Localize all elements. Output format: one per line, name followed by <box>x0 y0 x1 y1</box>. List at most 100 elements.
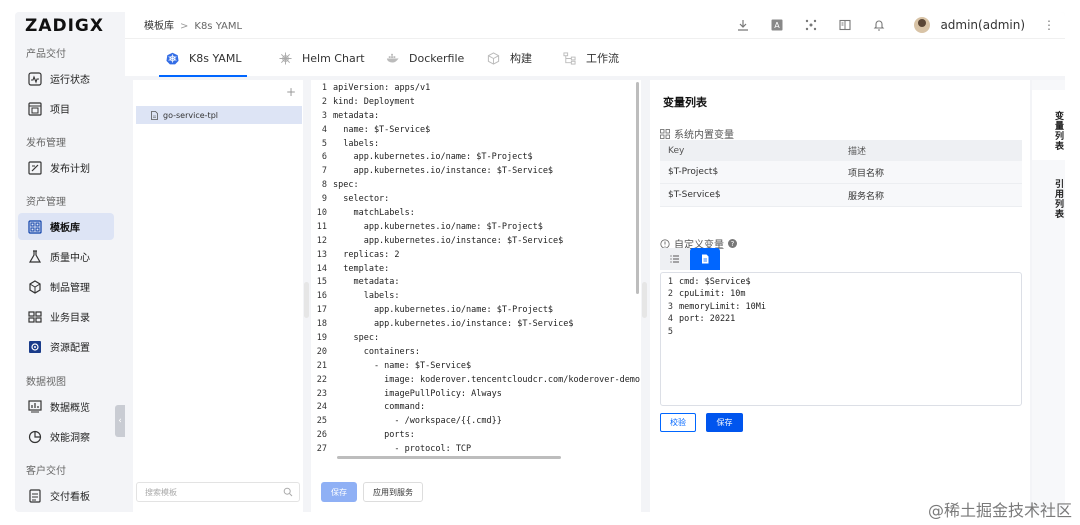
sidebar-item-status[interactable]: 运行状态 <box>18 65 114 92</box>
panel-resize-handle-left[interactable] <box>304 282 309 318</box>
vertical-scrollbar[interactable] <box>636 82 639 294</box>
tab-dockerfile[interactable]: Dockerfile <box>385 39 464 77</box>
line-number: 3 <box>321 110 327 121</box>
tab-build[interactable]: 构建 <box>486 39 532 77</box>
more-vertical-icon[interactable]: ⋮ <box>1043 18 1055 32</box>
tab-label: 构建 <box>510 52 532 65</box>
breadcrumb-root[interactable]: 模板库 <box>144 21 174 32</box>
plan-icon <box>28 160 42 175</box>
code-text: matchLabels: <box>333 208 415 219</box>
line-number: 17 <box>316 305 327 316</box>
save-button[interactable]: 保存 <box>321 482 357 502</box>
horizontal-scrollbar[interactable] <box>337 456 561 459</box>
docs-icon[interactable] <box>837 17 853 33</box>
save-variables-button[interactable]: 保存 <box>706 413 743 432</box>
breadcrumb-separator: > <box>180 21 189 32</box>
code-text: selector: <box>333 194 390 205</box>
side-tab-variables[interactable]: 变量列表 <box>1032 90 1065 160</box>
code-area[interactable]: 1 apiVersion: apps/v1 2 kind: Deployment 3 me… <box>311 82 641 458</box>
side-tab-bar: 变量列表 引用列表 <box>1032 80 1065 512</box>
sidebar-item-catalog[interactable]: 业务目录 <box>18 303 114 330</box>
translate-icon[interactable]: A <box>769 17 785 33</box>
helm-icon <box>278 51 292 65</box>
custom-variables-editor[interactable]: 1 cmd: $Service$ 2 cpuLimit: 10m 3 memoryLimi… <box>660 272 1022 406</box>
project-icon <box>28 101 42 116</box>
line-number: 11 <box>316 221 327 232</box>
file-item-go-service-tpl[interactable]: go-service-tpl <box>136 106 302 124</box>
sidebar-group-assets: 资产管理 <box>26 197 66 208</box>
sidebar-item-quality[interactable]: 质量中心 <box>18 243 114 270</box>
sidebar-item-label: 交付看板 <box>50 492 90 503</box>
list-icon <box>670 255 679 263</box>
sidebar-item-label: 效能洞察 <box>50 433 90 444</box>
code-text: app.kubernetes.io/name: $T-Project$ <box>333 221 543 232</box>
line-number: 24 <box>316 402 327 413</box>
code-text: - protocol: TCP <box>333 444 472 455</box>
line-number: 25 <box>316 416 327 427</box>
sidebar-item-release-plan[interactable]: 发布计划 <box>18 154 114 181</box>
code-text: cmd: $Service$ <box>679 277 751 287</box>
yaml-editor[interactable]: 1 apiVersion: apps/v1 2 kind: Deployment 3 me… <box>311 80 641 512</box>
template-search[interactable] <box>136 482 300 502</box>
plugins-icon[interactable] <box>803 17 819 33</box>
code-line: 9 selector: <box>311 193 641 207</box>
list-mode-button[interactable] <box>660 248 690 270</box>
code-text: containers: <box>333 346 420 357</box>
sidebar-item-insight[interactable]: 效能洞察 <box>18 423 114 450</box>
apply-to-service-button[interactable]: 应用到服务 <box>363 482 423 502</box>
sidebar-item-artifact[interactable]: 制品管理 <box>18 273 114 300</box>
sidebar-item-delivery-board[interactable]: 交付看板 <box>18 482 114 509</box>
chart-icon <box>28 399 42 414</box>
panel-resize-handle-right[interactable] <box>642 282 647 318</box>
line-number: 5 <box>667 326 673 337</box>
line-number: 3 <box>667 301 673 312</box>
system-variables-label: 系统内置变量 <box>660 126 734 141</box>
tab-workflow[interactable]: 工作流 <box>562 39 619 77</box>
tab-bar: K8s YAML Helm Chart Dockerfile 构建 工作流 <box>125 38 1065 77</box>
sidebar-item-data-overview[interactable]: 数据概览 <box>18 393 114 420</box>
pie-icon <box>28 430 42 444</box>
validate-button[interactable]: 校验 <box>660 413 696 432</box>
line-number: 27 <box>316 444 327 455</box>
code-text: imagePullPolicy: Always <box>333 388 502 399</box>
search-icon <box>283 487 293 497</box>
line-number: 18 <box>316 319 327 330</box>
code-text: app.kubernetes.io/instance: $T-Service$ <box>333 235 564 246</box>
app-logo: ZADIGX <box>25 16 104 36</box>
bell-icon[interactable] <box>871 17 887 33</box>
sidebar-item-template-library[interactable]: 模板库 <box>18 213 114 240</box>
user-name[interactable]: admin(admin) <box>940 18 1025 32</box>
tab-label: K8s YAML <box>189 51 242 65</box>
help-icon[interactable]: ? <box>728 239 737 248</box>
sidebar-item-resources[interactable]: 资源配置 <box>18 333 114 360</box>
add-template-button[interactable]: + <box>285 86 297 98</box>
tab-helm-chart[interactable]: Helm Chart <box>278 39 365 77</box>
sidebar-group-release: 发布管理 <box>26 138 66 149</box>
line-number: 21 <box>316 360 327 371</box>
code-line: 22 image: koderover.tencentcloudcr.com/k… <box>311 374 641 388</box>
sidebar-group-delivery: 客户交付 <box>26 466 66 477</box>
code-line: 8 spec: <box>311 179 641 193</box>
code-text: cpuLimit: 10m <box>679 289 746 300</box>
sidebar-item-project[interactable]: 项目 <box>18 95 114 122</box>
sidebar-collapse-handle[interactable]: ‹ <box>115 405 125 437</box>
code-line: 19 spec: <box>311 332 641 346</box>
code-text: app.kubernetes.io/name: $T-Project$ <box>333 152 533 163</box>
line-number: 1 <box>667 277 673 287</box>
code-line: 25 - /workspace/{{.cmd}} <box>311 415 641 429</box>
template-search-input[interactable] <box>145 487 275 497</box>
sidebar-item-label: 业务目录 <box>50 313 90 324</box>
table-header: Key 描述 <box>660 140 1022 161</box>
yaml-mode-button[interactable] <box>690 248 720 270</box>
avatar[interactable] <box>914 17 931 33</box>
code-line: 17 app.kubernetes.io/name: $T-Project$ <box>311 304 641 318</box>
code-text: replicas: 2 <box>333 249 400 260</box>
code-text: labels: <box>333 291 400 302</box>
sidebar-item-label: 运行状态 <box>50 75 90 86</box>
side-tab-references[interactable]: 引用列表 <box>1032 158 1065 228</box>
editor-mode-switch <box>660 248 750 270</box>
board-icon <box>28 488 42 503</box>
tab-k8s-yaml[interactable]: K8s YAML <box>158 39 248 77</box>
download-icon[interactable] <box>735 17 751 33</box>
code-line: 5 labels: <box>311 138 641 152</box>
